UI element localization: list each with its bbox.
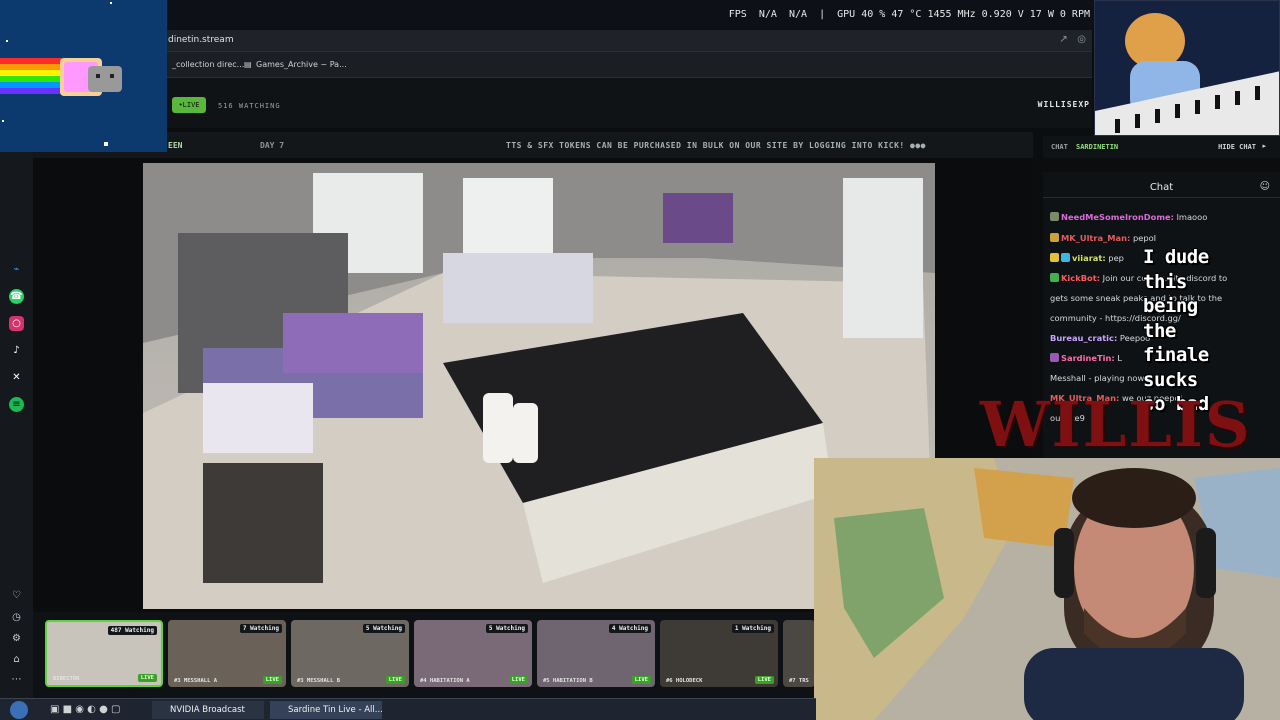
tts-line: this	[1143, 270, 1187, 293]
thumb-label: DIRECTOR	[53, 676, 80, 682]
thumb-label: #3 MESSHALL A	[174, 678, 218, 684]
thumb-label: #7 TRS	[789, 678, 809, 684]
thumb-label: #4 HABITATION A	[420, 678, 470, 684]
url-text[interactable]: dinetin.stream	[168, 35, 234, 45]
chat-header: CHAT SARDINETIN HIDE CHAT ▸	[1043, 136, 1280, 158]
chat-header-label: CHAT	[1051, 143, 1068, 151]
users-icon[interactable]: ☺	[1260, 181, 1270, 192]
chat-message-continued: Messhall - playing now	[1050, 373, 1145, 383]
gpu-stats-text: FPS N/A N/A | GPU 40 % 47 °C 1455 MHz 0.…	[728, 9, 1090, 20]
hide-chat-button[interactable]: HIDE CHAT	[1218, 143, 1256, 151]
whatsapp-icon[interactable]: ☎	[9, 289, 24, 304]
thumb-live-badge: LIVE	[385, 676, 405, 684]
nyan-cat-image	[0, 0, 167, 152]
performance-overlay-bar: FPS N/A N/A | GPU 40 % 47 °C 1455 MHz 0.…	[0, 0, 1280, 30]
windows-taskbar: ▣ ■ ◉ ◐ ● ▢ NVIDIA Broadcast Sardine Tin…	[0, 698, 816, 720]
chat-channel-name: SARDINETIN	[1076, 143, 1119, 151]
thumb-watching-count: 5 Watching	[485, 624, 528, 633]
instagram-icon[interactable]: ○	[9, 316, 24, 331]
viewer-count: 516 WATCHING	[218, 102, 281, 110]
thumb-live-badge: LIVE	[508, 676, 528, 684]
open-external-icon[interactable]: ↗	[1059, 34, 1067, 45]
camera-thumb-messhall-a[interactable]: 7 Watching #3 MESSHALL A LIVE	[168, 620, 286, 687]
webcam-image	[814, 458, 1280, 720]
thumb-live-badge: LIVE	[137, 674, 157, 682]
browser-sidebar: ⌁ ☎ ○ ♪ ✕ ≡ ♡ ◷ ⚙ ⌂ ⋯	[0, 150, 33, 698]
nyan-cat-overlay	[0, 0, 167, 152]
site-logo[interactable]: WILLISEXP	[1038, 100, 1090, 109]
streamer-webcam	[814, 458, 1280, 720]
spotify-icon[interactable]: ≡	[9, 397, 24, 412]
tiktok-icon[interactable]: ♪	[9, 343, 24, 358]
thumb-watching-count: 4 Watching	[608, 624, 651, 633]
tts-line: the	[1143, 319, 1176, 342]
x-icon[interactable]: ✕	[9, 370, 24, 385]
quick-launch-icons[interactable]: ▣ ■ ◉ ◐ ● ▢	[50, 704, 120, 715]
ticker-message: TTS & SFX TOKENS CAN BE PURCHASED IN BUL…	[506, 141, 926, 150]
live-badge: •LIVE	[172, 97, 206, 113]
thumb-label: #3 MESSHALL B	[297, 678, 341, 684]
badge-icon	[1050, 253, 1059, 262]
camera-thumb-director[interactable]: 487 Watching DIRECTOR LIVE	[45, 620, 163, 687]
bookmarks-bar: _collection direc... ▤ Games_Archive ~ P…	[160, 52, 1092, 78]
ticker-screen-label: EEN	[168, 141, 183, 150]
chat-divider	[1043, 197, 1280, 198]
camera-thumb-holodeck[interactable]: 1 Watching #6 HOLODECK LIVE	[660, 620, 778, 687]
tts-line: I dude	[1143, 246, 1209, 268]
clock-icon[interactable]: ◷	[9, 610, 24, 625]
thumb-watching-count: 5 Watching	[362, 624, 405, 633]
badge-icon	[1061, 253, 1070, 262]
bookmark-item-games-archive[interactable]: Games_Archive ~ Pa...	[256, 60, 347, 69]
keyboard-cat-overlay	[1094, 0, 1280, 136]
mic-badge-icon	[1050, 353, 1059, 362]
camera-icon[interactable]: ◎	[1077, 34, 1086, 45]
taskbar-item-nvidia-broadcast[interactable]: NVIDIA Broadcast	[152, 701, 264, 719]
thumb-label: #6 HOLODECK	[666, 678, 703, 684]
settings-icon[interactable]: ⚙	[9, 631, 24, 646]
chat-message: NeedMeSomeIronDome: lmaooo	[1050, 212, 1207, 222]
chevron-right-icon[interactable]: ▸	[1262, 142, 1266, 150]
thumb-watching-count: 7 Watching	[239, 624, 282, 633]
thumb-watching-count: 1 Watching	[731, 624, 774, 633]
chat-message: MK_Ultra_Man: pepoI	[1050, 233, 1156, 243]
camera-thumb-partial[interactable]: #7 TRS	[783, 620, 815, 687]
thumb-live-badge: LIVE	[754, 676, 774, 684]
tts-line: being	[1143, 295, 1198, 317]
announcement-ticker: EEN DAY 7 TTS & SFX TOKENS CAN BE PURCHA…	[33, 132, 1033, 158]
bookmark-folder-icon: ▤	[244, 60, 252, 69]
chat-title: Chat	[1149, 182, 1174, 193]
chat-message: SardineTin: L	[1050, 353, 1122, 363]
start-button-icon[interactable]	[10, 701, 28, 719]
camera-thumb-habitation-a[interactable]: 5 Watching #4 HABITATION A LIVE	[414, 620, 532, 687]
chat-message: Bureau_cratic: Peepoo	[1050, 333, 1151, 343]
chat-message: viiarat: pep	[1050, 253, 1124, 263]
address-bar-icons[interactable]: ↗ ◎	[1059, 34, 1086, 45]
thumb-watching-count: 487 Watching	[107, 626, 157, 635]
tts-line: finale	[1143, 344, 1209, 366]
keyboard-cat-image	[1095, 1, 1279, 135]
bookmark-item-collection[interactable]: _collection direc...	[172, 60, 244, 69]
badge-icon	[1050, 233, 1059, 242]
bot-badge-icon	[1050, 273, 1059, 282]
camera-thumb-messhall-b[interactable]: 5 Watching #3 MESSHALL B LIVE	[291, 620, 409, 687]
taskbar-item-browser[interactable]: Sardine Tin Live - All...	[270, 701, 383, 719]
willis-logo: WILLIS	[980, 388, 1252, 461]
heart-icon[interactable]: ♡	[9, 588, 24, 603]
day-counter: DAY 7	[260, 141, 285, 150]
thumb-live-badge: LIVE	[631, 676, 651, 684]
browser-address-bar[interactable]: dinetin.stream ↗ ◎	[160, 30, 1092, 52]
camera-thumb-habitation-b[interactable]: 4 Watching #5 HABITATION B LIVE	[537, 620, 655, 687]
thumb-label: #5 HABITATION B	[543, 678, 593, 684]
badge-icon	[1050, 212, 1059, 221]
gift-icon[interactable]: ⌂	[9, 652, 24, 667]
messenger-icon[interactable]: ⌁	[9, 262, 24, 277]
more-icon[interactable]: ⋯	[9, 672, 24, 687]
thumb-live-badge: LIVE	[262, 676, 282, 684]
stream-header: •LIVE 516 WATCHING WILLISEXP	[160, 78, 1092, 128]
